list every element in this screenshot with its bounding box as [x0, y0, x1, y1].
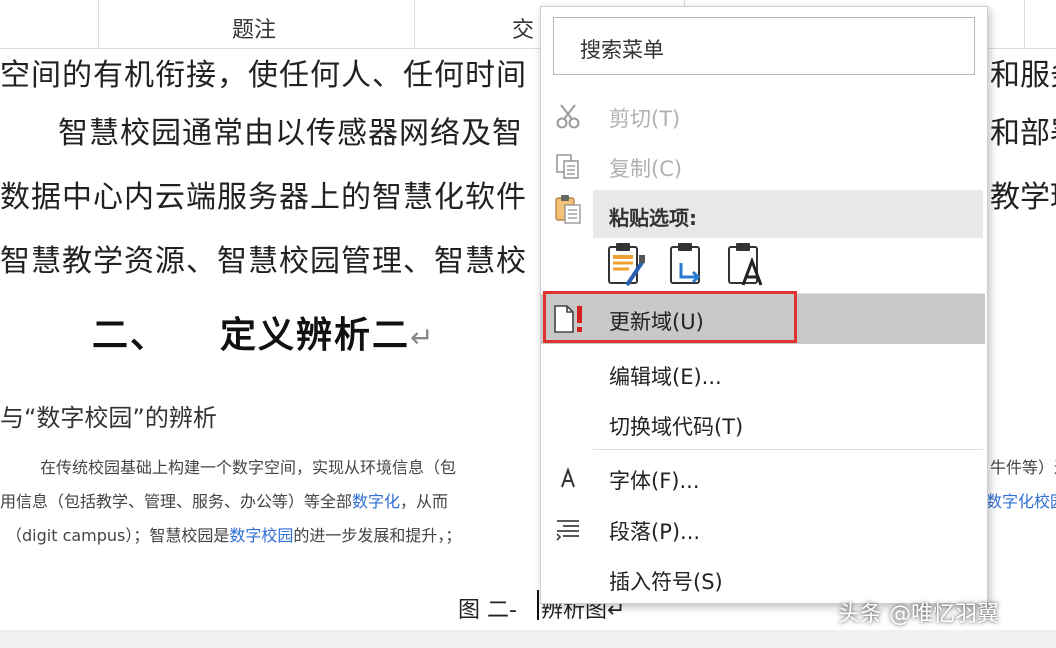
embedded-text-line: （digit campus）；智慧校园是数字校园的进一步发展和提升，； [6, 522, 461, 546]
paste-icon [553, 193, 583, 225]
body-text-line: 数据中心内云端服务器上的智慧化软件 [0, 180, 527, 215]
keep-text-only-icon[interactable] [725, 241, 767, 289]
menu-item-toggle-field-codes[interactable]: 切换域代码(T) [541, 399, 987, 449]
menu-item-edit-field[interactable]: 编辑域(E)... [541, 349, 987, 399]
menu-item-label: 复制(C) [609, 157, 683, 181]
subheading: 与“数字校园”的辨析 [0, 404, 217, 432]
table-header-text: 交 [512, 18, 535, 43]
body-text-line-end: 和服务 [990, 58, 1056, 93]
body-text-line-end: 和部署 [990, 116, 1056, 151]
embedded-text-line-end: 牛件等）进 [990, 458, 1056, 477]
scissors-icon [553, 101, 583, 131]
keep-source-formatting-icon[interactable] [605, 241, 647, 289]
menu-item-label: 切换域代码(T) [609, 415, 744, 439]
menu-item-copy[interactable]: 复制(C) [541, 141, 987, 191]
heading-title: 定义辨析二 [220, 315, 411, 356]
embedded-text-line: 在传统校园基础上构建一个数字空间，实现从环境信息（包 [40, 458, 457, 477]
heading-number: 二、 [92, 315, 169, 356]
menu-search-input[interactable]: 搜索菜单 [553, 17, 975, 75]
menu-item-font[interactable]: 字体(F)... [541, 453, 987, 503]
context-menu: 搜索菜单 剪切(T) 复制(C) 粘贴选项: 更新域(U) 编辑域(E)... … [540, 6, 988, 604]
heading-text: 定义辨析二↵ [220, 306, 435, 358]
annotation-highlight-box [543, 291, 797, 343]
embedded-text: ，从而 [400, 492, 449, 511]
embedded-text-line: 用信息（包括教学、管理、服务、办公等）等全部数字化，从而 [0, 488, 448, 512]
paste-options-header: 粘贴选项: [593, 190, 983, 238]
menu-item-label: 字体(F)... [609, 469, 700, 493]
body-text-line: 智慧校园通常由以传感器网络及智 [58, 116, 523, 151]
hyperlink[interactable]: 数字化 [352, 492, 400, 511]
font-icon [553, 463, 583, 493]
menu-item-label: 插入符号(S) [609, 570, 723, 594]
body-text-line: 智慧教学资源、智慧校园管理、智慧校 [0, 244, 527, 279]
watermark: 头条 @唯忆羽翼 [838, 602, 999, 627]
menu-item-label: 编辑域(E)... [609, 365, 722, 389]
paragraph-mark: ↵ [410, 321, 436, 354]
embedded-text: 的进一步发展和提升，； [293, 526, 462, 545]
hyperlink[interactable]: 数字校园 [229, 526, 293, 545]
page-bottom-strip [0, 630, 1056, 648]
menu-separator [593, 449, 983, 450]
figure-caption-label: 图 二- [458, 598, 517, 623]
menu-item-cut[interactable]: 剪切(T) [541, 91, 987, 141]
menu-item-label: 剪切(T) [609, 107, 681, 131]
merge-formatting-icon[interactable] [667, 241, 709, 289]
embedded-text: （digit campus）；智慧校园是 [6, 526, 230, 545]
copy-icon [553, 151, 583, 181]
body-text-line-end: 教学环 [990, 180, 1056, 215]
body-text-line: 空间的有机衔接，使任何人、任何时间 [0, 58, 527, 93]
table-header-caption: 题注 [232, 18, 277, 43]
paste-options-label: 粘贴选项: [609, 206, 697, 230]
menu-item-label: 段落(P)... [609, 520, 701, 544]
hyperlink[interactable]: 数字化校园 [986, 488, 1056, 512]
paragraph-icon [553, 514, 583, 544]
paste-options-group [601, 241, 801, 291]
text-cursor [537, 590, 539, 620]
menu-item-paragraph[interactable]: 段落(P)... [541, 504, 987, 554]
embedded-text: 用信息（包括教学、管理、服务、办公等）等全部 [0, 492, 353, 511]
table-header-cell [0, 0, 99, 48]
